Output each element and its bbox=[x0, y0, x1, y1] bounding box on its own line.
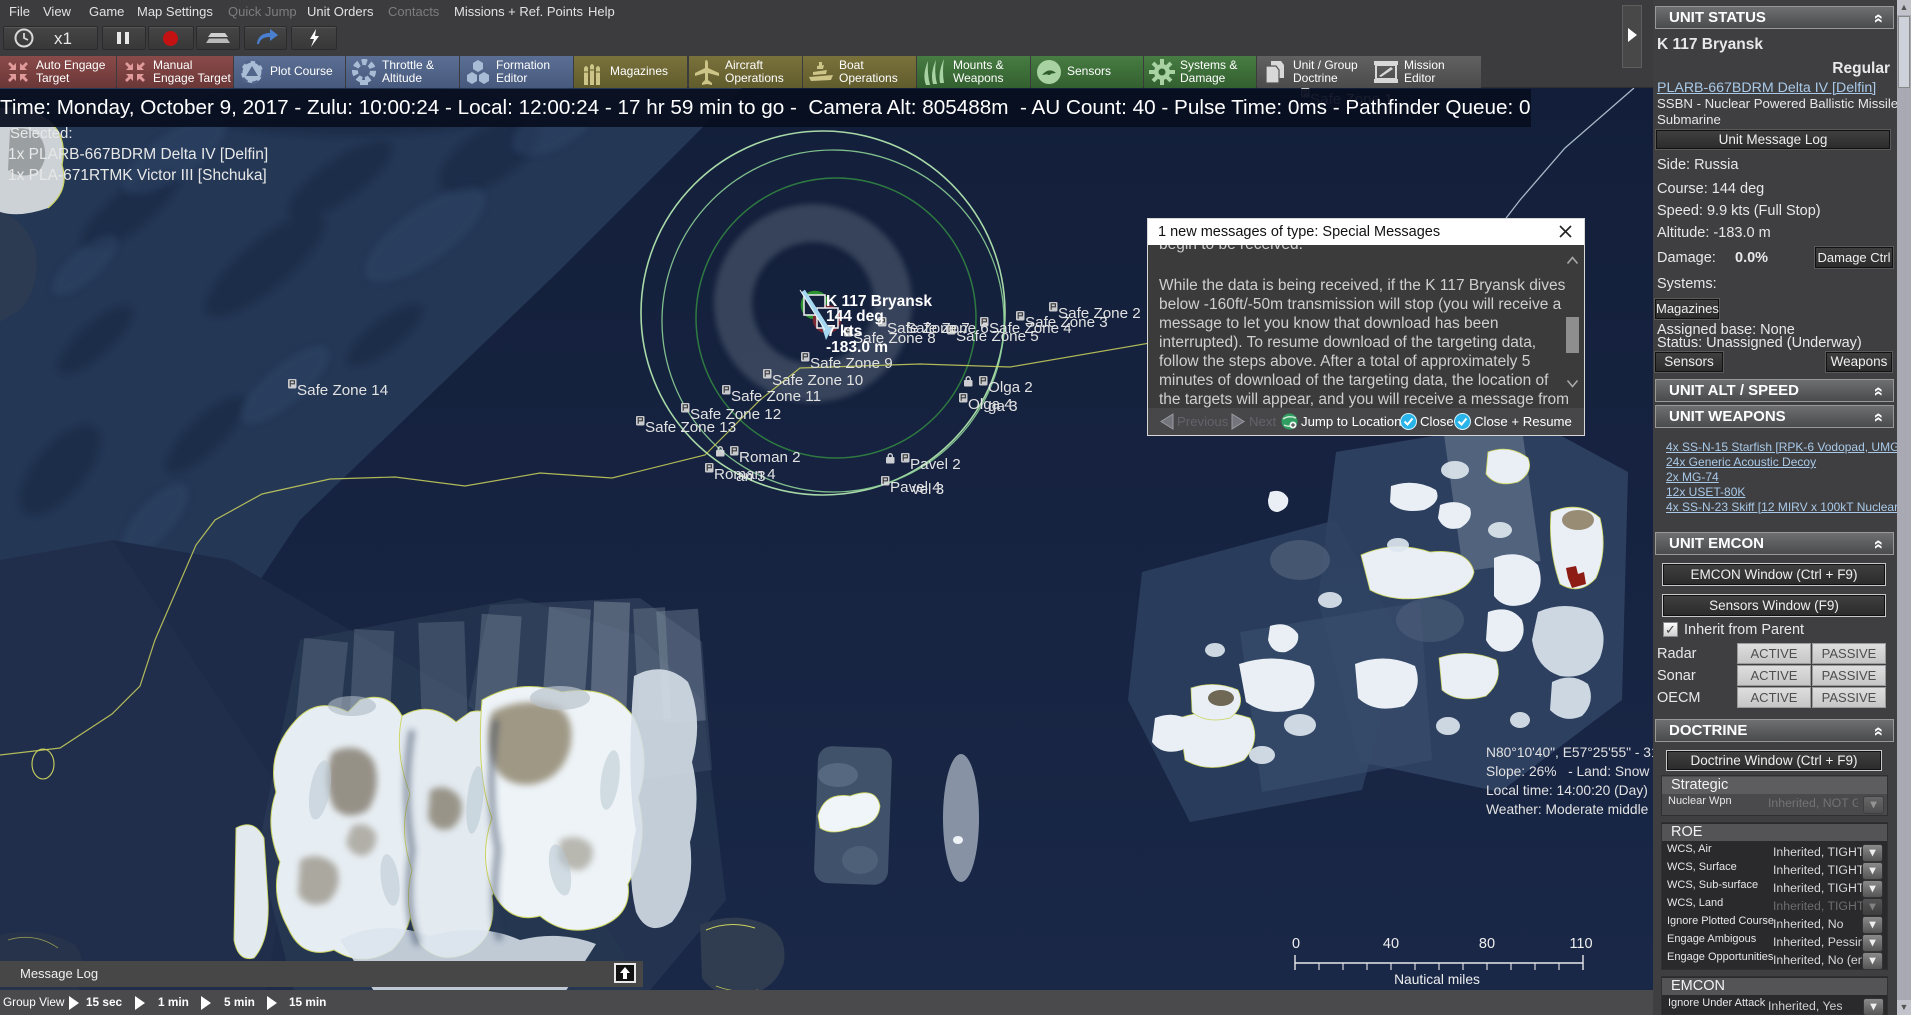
svg-text:Safe Zone 10: Safe Zone 10 bbox=[772, 372, 863, 389]
svg-text:7 kts: 7 kts bbox=[827, 323, 862, 340]
svg-text:Nautical miles: Nautical miles bbox=[1394, 972, 1480, 987]
svg-text:N80°10'40", E57°25'55" - 31: N80°10'40", E57°25'55" - 31 bbox=[1486, 745, 1653, 760]
svg-text:ga 3: ga 3 bbox=[988, 398, 1018, 415]
svg-text:Slope: 26% - Land: Snow /: Slope: 26% - Land: Snow / bbox=[1486, 764, 1653, 779]
svg-text:Olga 2: Olga 2 bbox=[988, 379, 1033, 396]
svg-text:0: 0 bbox=[1292, 936, 1300, 952]
svg-text:40: 40 bbox=[1383, 936, 1399, 952]
svg-text:Weather: Moderate middle: Weather: Moderate middle bbox=[1486, 802, 1649, 817]
svg-text:an 3: an 3 bbox=[736, 468, 766, 485]
svg-text:Safe Zone 13: Safe Zone 13 bbox=[645, 419, 736, 436]
svg-text:Roman 2: Roman 2 bbox=[739, 449, 801, 466]
svg-text:Local time: 14:00:20 (Day): Local time: 14:00:20 (Day) bbox=[1486, 783, 1648, 798]
svg-text:x1: x1 bbox=[54, 29, 72, 48]
svg-text:Safe Zone 11: Safe Zone 11 bbox=[731, 388, 821, 405]
svg-text:Pavel 2: Pavel 2 bbox=[910, 456, 961, 473]
svg-text:Safe Zone 14: Safe Zone 14 bbox=[297, 382, 388, 399]
svg-text:-183.0 m: -183.0 m bbox=[826, 339, 888, 356]
svg-text:vel 3: vel 3 bbox=[912, 481, 944, 498]
svg-text:110: 110 bbox=[1569, 936, 1592, 952]
svg-text:80: 80 bbox=[1479, 936, 1495, 952]
svg-text:Safe Zone 9: Safe Zone 9 bbox=[810, 355, 893, 372]
